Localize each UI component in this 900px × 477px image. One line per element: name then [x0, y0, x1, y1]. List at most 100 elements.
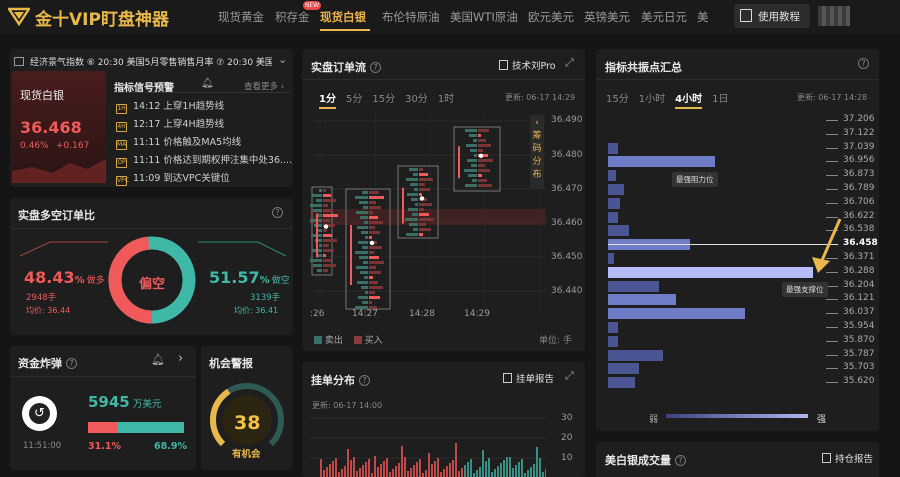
chevron-down-icon[interactable]: ⌄ [278, 53, 287, 66]
buy-bar [419, 228, 431, 231]
orderflow-unit: 单位: 手 [539, 336, 572, 346]
tick-mark [826, 354, 838, 356]
orderbook-bar [530, 467, 532, 477]
resonance-bar[interactable] [608, 142, 618, 154]
tutorial-button[interactable]: 使用教程 [734, 4, 810, 28]
tab-30min[interactable]: 30分 [405, 94, 428, 105]
sell-bar [359, 256, 368, 259]
bell-icon[interactable]: 🔔︎ [201, 78, 214, 89]
resonance-bar[interactable] [608, 156, 715, 168]
chevron-right-icon[interactable]: › [178, 351, 183, 366]
orderbook-bar [401, 446, 403, 477]
buy-bar [323, 194, 331, 197]
resonance-bar[interactable] [608, 294, 676, 306]
sell-bar [364, 276, 368, 279]
resonance-bar[interactable] [608, 377, 635, 389]
orderflow-chart [310, 111, 546, 311]
resonance-bar[interactable] [608, 308, 745, 320]
resonance-bar[interactable] [608, 253, 614, 264]
question-icon[interactable]: ? [675, 455, 686, 466]
resonance-bar[interactable] [608, 211, 618, 223]
sell-bar [409, 223, 418, 226]
orderbook-bar [383, 461, 385, 477]
orderbook-bar [488, 458, 490, 477]
position-report-link[interactable]: 持仓报告 [822, 451, 873, 465]
buy-bar [369, 276, 373, 279]
resonance-bar[interactable] [608, 170, 616, 182]
nav-brent[interactable]: 布伦特原油 [382, 9, 440, 25]
orderbook-bar [539, 458, 541, 477]
question-icon[interactable]: ? [272, 207, 283, 219]
price-tick: 37.039 [843, 141, 875, 152]
long-pct-unit: % [259, 275, 270, 286]
nav-spot-gold[interactable]: 现货黄金 [218, 9, 264, 25]
buy-bar [369, 206, 381, 209]
y-tick: 36.490 [551, 115, 583, 125]
resonance-bar[interactable] [608, 266, 813, 278]
orderbook-bar [404, 457, 406, 477]
y-tick: 36.440 [551, 286, 583, 296]
long-connector [198, 241, 287, 257]
silver-price-card[interactable]: 现货白银 36.468 0.46% +0.167 [12, 71, 106, 183]
expand-icon[interactable]: ⤢ [565, 369, 574, 383]
orderbook-bar [512, 468, 514, 477]
signal-row[interactable]: 4H 12:17 上穿4H趋势线 [116, 116, 224, 132]
orderbook-report-link[interactable]: 挂单报告 [503, 371, 554, 385]
signal-row[interactable]: 1H 14:12 上穿1H趋势线 [116, 98, 224, 114]
tab-5min[interactable]: 5分 [346, 94, 362, 105]
avatar[interactable] [818, 6, 850, 26]
buy-bar [369, 246, 382, 249]
signal-row[interactable]: VPC 11:09 到达VPC关键位 [116, 170, 230, 186]
resonance-bar[interactable] [608, 349, 663, 361]
signal-row[interactable]: OP 11:11 价格达到期权押注集中处36.... [116, 152, 292, 168]
sell-bar [365, 291, 368, 294]
nav-wti[interactable]: 美国WTI原油 [450, 9, 518, 25]
orderbook-bar [440, 472, 442, 477]
resonance-bar[interactable] [608, 225, 629, 237]
orderbook-bar [485, 461, 487, 477]
signals-more-link[interactable]: 查看更多 › [244, 80, 284, 92]
question-icon[interactable]: ? [66, 358, 77, 369]
buy-bar [323, 189, 326, 192]
position-report-label: 持仓报告 [835, 454, 874, 465]
nav-usdjpy[interactable]: 美元日元 [641, 9, 687, 25]
question-icon[interactable]: ? [359, 375, 370, 386]
resonance-bar[interactable] [608, 363, 639, 375]
resonance-bar[interactable] [608, 335, 618, 347]
orderbook-bar [491, 472, 493, 477]
resonance-bar[interactable] [608, 184, 624, 195]
buy-bar [369, 281, 378, 284]
bomb-time: 11:51:00 [23, 441, 62, 451]
resonance-bar[interactable] [608, 197, 620, 209]
signal-text: 到达VPC关键位 [163, 173, 230, 184]
buy-bar [419, 223, 426, 226]
y-tick: 36.450 [551, 252, 583, 262]
resonance-bar[interactable] [608, 280, 659, 292]
bell-icon[interactable]: 🔔︎ [151, 353, 165, 366]
expand-icon[interactable]: ⤢ [565, 56, 574, 70]
orderbook-bar [386, 458, 388, 477]
tab-15min[interactable]: 15分 [372, 94, 395, 105]
sell-bar [406, 178, 418, 181]
nav-spot-silver[interactable]: 现货白银 [320, 9, 366, 25]
pro-link[interactable]: 技术刘Pro [499, 58, 556, 72]
bomb-unit: 万美元 [132, 399, 162, 410]
silver-name: 现货白银 [20, 89, 64, 102]
signals-divider [114, 92, 290, 93]
question-icon[interactable]: ? [370, 62, 381, 73]
tab-1hour[interactable]: 1时 [438, 94, 454, 105]
signal-row[interactable]: MA 11:11 价格触及MA5均线 [116, 134, 241, 150]
nav-eurusd[interactable]: 欧元美元 [528, 9, 574, 25]
nav-more[interactable]: 美 [697, 9, 709, 25]
sell-bar [467, 159, 477, 162]
tab-1min[interactable]: 1分 [319, 94, 336, 109]
chip-distribution-tab[interactable]: ‹ 筹 码 分 布 [530, 115, 544, 189]
nav-accumulation-gold[interactable]: 积存金 [275, 9, 310, 25]
bomb-title-text: 资金炸弹 [18, 357, 62, 370]
nav-gbpusd[interactable]: 英镑美元 [584, 9, 630, 25]
strong-label: 强 [817, 415, 827, 425]
sell-bar [357, 281, 368, 284]
economic-ticker[interactable]: 经济景气指数 ⑥ 20:30 美国5月零售销售月率 ⑦ 20:30 美国 [30, 55, 272, 68]
resonance-bar[interactable] [608, 322, 618, 333]
chip-label-char: 分 [532, 157, 542, 167]
